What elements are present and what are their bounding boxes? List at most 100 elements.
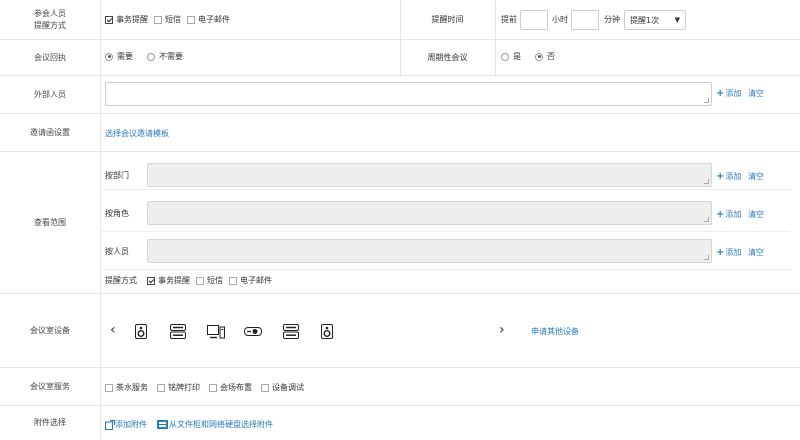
department-textarea[interactable] bbox=[147, 163, 712, 187]
checkbox-icon[interactable] bbox=[261, 383, 269, 392]
divider bbox=[495, 0, 496, 39]
department-add-link[interactable]: +添加 bbox=[716, 171, 741, 182]
reminder-options: 事务提醒 短信 电子邮件 bbox=[105, 14, 236, 25]
invitation-label: 邀请函设置 bbox=[30, 127, 70, 137]
service-option-tea[interactable]: 茶水服务 bbox=[105, 382, 148, 393]
before-text: 提前 bbox=[501, 15, 517, 24]
attachment-actions: 添加附件 从文件柜和网络硬盘选择附件 bbox=[105, 419, 273, 430]
resize-handle-icon[interactable] bbox=[704, 179, 709, 184]
person-clear-link[interactable]: 清空 bbox=[748, 248, 764, 257]
invitation-row: 邀请函设置 选择会议邀请模板 bbox=[0, 114, 800, 152]
choose-from-cabinet-link[interactable]: 从文件柜和网络硬盘选择附件 bbox=[157, 419, 273, 430]
invitation-template-link[interactable]: 选择会议邀请模板 bbox=[105, 128, 169, 139]
plus-icon: + bbox=[716, 247, 725, 258]
checkbox-icon[interactable] bbox=[196, 276, 204, 285]
external-actions: +添加 清空 bbox=[716, 88, 764, 99]
checkbox-icon[interactable] bbox=[147, 276, 155, 285]
divider bbox=[100, 368, 101, 405]
apply-other-equipment-link[interactable]: 申请其他设备 bbox=[531, 326, 579, 337]
next-arrow-icon[interactable]: › bbox=[499, 322, 505, 338]
external-label: 外部人员 bbox=[34, 89, 66, 99]
person-actions: +添加 清空 bbox=[716, 247, 764, 258]
attach-file-icon bbox=[105, 419, 115, 430]
external-add-link[interactable]: +添加 bbox=[716, 88, 741, 99]
by-role-label: 按角色 bbox=[105, 209, 129, 218]
external-textarea[interactable] bbox=[105, 82, 712, 106]
minutes-input[interactable] bbox=[571, 10, 599, 30]
prev-arrow-icon[interactable]: ‹ bbox=[110, 322, 116, 338]
checkbox-icon[interactable] bbox=[209, 383, 217, 392]
plus-icon: + bbox=[716, 88, 725, 99]
receipt-option-need[interactable]: 需要 bbox=[105, 51, 133, 62]
person-add-link[interactable]: +添加 bbox=[716, 247, 741, 258]
reminder-option-affair[interactable]: 事务提醒 bbox=[105, 14, 148, 25]
periodic-options: 是 否 bbox=[501, 51, 561, 62]
divider bbox=[100, 76, 101, 113]
receipt-label: 会议回执 bbox=[34, 52, 66, 62]
minute-unit: 分钟 bbox=[604, 15, 620, 24]
chevron-down-icon: ▼ bbox=[674, 16, 680, 24]
remind-count-value: 提醒1次 bbox=[630, 15, 660, 25]
plus-icon: + bbox=[716, 171, 725, 182]
service-options: 茶水服务 铭牌打印 会场布置 设备调试 bbox=[105, 382, 310, 393]
divider bbox=[100, 114, 101, 151]
resize-handle-icon[interactable] bbox=[704, 217, 709, 222]
periodic-option-no[interactable]: 否 bbox=[535, 51, 555, 62]
person-textarea[interactable] bbox=[147, 239, 712, 263]
speaker-icon[interactable] bbox=[320, 323, 334, 339]
periodic-label: 周期性会议 bbox=[427, 53, 468, 62]
reminder-row: 参会人员 提醒方式 事务提醒 短信 电子邮件 提醒时间 提前 小时 分钟 提醒1… bbox=[0, 0, 800, 40]
server-icon[interactable] bbox=[282, 323, 300, 339]
divider bbox=[495, 40, 496, 75]
resize-handle-icon[interactable] bbox=[704, 98, 709, 103]
role-textarea[interactable] bbox=[147, 201, 712, 225]
role-add-link[interactable]: +添加 bbox=[716, 209, 741, 220]
checkbox-icon[interactable] bbox=[157, 383, 165, 392]
service-option-nameplate[interactable]: 铭牌打印 bbox=[157, 382, 200, 393]
projector-icon[interactable] bbox=[243, 326, 263, 337]
resize-handle-icon[interactable] bbox=[704, 255, 709, 260]
cabinet-icon bbox=[157, 420, 168, 429]
periodic-option-yes[interactable]: 是 bbox=[501, 51, 521, 62]
reminder-option-sms[interactable]: 短信 bbox=[154, 14, 181, 25]
scope-option-affair[interactable]: 事务提醒 bbox=[147, 275, 190, 286]
scope-option-email[interactable]: 电子邮件 bbox=[229, 275, 272, 286]
checkbox-icon[interactable] bbox=[154, 15, 162, 24]
equipment-label: 会议室设备 bbox=[30, 325, 70, 335]
radio-icon[interactable] bbox=[535, 52, 543, 61]
by-person-label: 按人员 bbox=[105, 247, 129, 256]
checkbox-icon[interactable] bbox=[105, 15, 113, 24]
department-clear-link[interactable]: 清空 bbox=[748, 172, 764, 181]
plus-icon: + bbox=[716, 209, 725, 220]
remind-count-select[interactable]: 提醒1次 ▼ bbox=[624, 10, 686, 30]
receipt-row: 会议回执 需要 不需要 周期性会议 是 否 bbox=[0, 40, 800, 76]
department-actions: +添加 清空 bbox=[716, 171, 764, 182]
radio-icon[interactable] bbox=[105, 52, 113, 61]
service-label: 会议室服务 bbox=[30, 381, 70, 391]
by-department-label: 按部门 bbox=[105, 171, 129, 180]
scope-option-sms[interactable]: 短信 bbox=[196, 275, 223, 286]
radio-icon[interactable] bbox=[501, 52, 509, 61]
monitor-icon[interactable] bbox=[206, 324, 226, 339]
service-option-layout[interactable]: 会场布置 bbox=[209, 382, 252, 393]
receipt-options: 需要 不需要 bbox=[105, 51, 189, 62]
server-icon[interactable] bbox=[169, 323, 187, 339]
service-row: 会议室服务 茶水服务 铭牌打印 会场布置 设备调试 bbox=[0, 368, 800, 406]
external-clear-link[interactable]: 清空 bbox=[748, 89, 764, 98]
hours-input[interactable] bbox=[520, 10, 548, 30]
divider bbox=[100, 294, 101, 367]
service-option-debug[interactable]: 设备调试 bbox=[261, 382, 304, 393]
role-clear-link[interactable]: 清空 bbox=[748, 210, 764, 219]
receipt-option-noneed[interactable]: 不需要 bbox=[147, 51, 183, 62]
hour-unit: 小时 bbox=[552, 15, 568, 24]
divider bbox=[100, 406, 101, 440]
checkbox-icon[interactable] bbox=[229, 276, 237, 285]
add-attachment-link[interactable]: 添加附件 bbox=[105, 419, 147, 430]
checkbox-icon[interactable] bbox=[187, 15, 195, 24]
checkbox-icon[interactable] bbox=[105, 383, 113, 392]
reminder-time-label: 提醒时间 bbox=[431, 15, 464, 24]
speaker-icon[interactable] bbox=[134, 323, 148, 339]
reminder-option-email[interactable]: 电子邮件 bbox=[187, 14, 230, 25]
attachment-row: 附件选择 添加附件 从文件柜和网络硬盘选择附件 bbox=[0, 406, 800, 440]
radio-icon[interactable] bbox=[147, 52, 155, 61]
